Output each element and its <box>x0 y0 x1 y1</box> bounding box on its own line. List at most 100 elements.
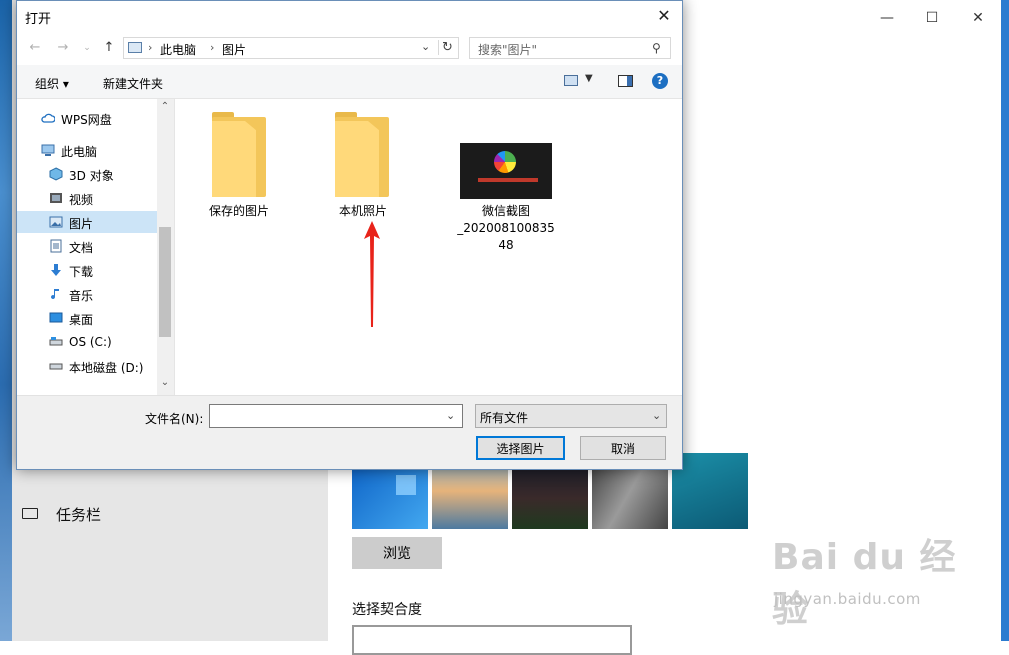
minimize-button[interactable]: — <box>872 8 902 28</box>
refresh-icon[interactable]: ↻ <box>438 40 458 55</box>
chevron-down-icon[interactable]: ⌄ <box>446 409 455 422</box>
chevron-down-icon: ⌄ <box>652 409 662 422</box>
music-icon <box>51 289 59 300</box>
nav-item-label: 视频 <box>69 193 94 207</box>
nav-item-pictures[interactable]: 图片 <box>17 211 157 233</box>
file-name-line: _202008100835 <box>457 221 555 235</box>
folder-camera-roll[interactable] <box>335 112 389 197</box>
dialog-title: 打开 <box>25 12 52 27</box>
file-list: 保存的图片 本机照片 微信截图 _202008100835 48 <box>174 99 682 395</box>
sidebar-item-taskbar[interactable]: 任务栏 <box>22 502 222 526</box>
computer-icon <box>41 144 55 156</box>
breadcrumb-separator: › <box>210 41 215 54</box>
chevron-down-icon[interactable]: ⌄ <box>421 40 435 53</box>
file-name[interactable]: 微信截图 _202008100835 48 <box>451 203 561 254</box>
cube-icon <box>49 167 63 181</box>
back-arrow-icon[interactable]: ← <box>27 40 43 56</box>
fit-label: 选择契合度 <box>352 602 422 618</box>
organize-menu[interactable]: 组织 ▾ <box>35 75 69 92</box>
nav-item-label: WPS网盘 <box>61 113 112 127</box>
annotation-arrow-icon <box>364 221 380 327</box>
nav-item-music[interactable]: 音乐 <box>17 283 157 305</box>
scrollbar-thumb[interactable] <box>159 227 171 337</box>
desktop-icon <box>49 312 63 323</box>
open-file-dialog: 打开 ✕ ← → ⌄ ↑ › 此电脑 › 图片 ⌄ ↻ 搜索"图片" ⚲ 组织 … <box>16 0 683 470</box>
thumbnail-text <box>478 178 538 182</box>
folder-saved-pictures[interactable] <box>212 112 266 197</box>
desktop-background-strip <box>0 0 12 641</box>
nav-item-label: 下载 <box>69 265 94 279</box>
dialog-close-button[interactable]: ✕ <box>650 5 678 27</box>
search-input[interactable]: 搜索"图片" <box>478 41 537 58</box>
file-name-line: 48 <box>498 238 514 252</box>
nav-item-documents[interactable]: 文档 <box>17 235 157 257</box>
select-picture-button[interactable]: 选择图片 <box>476 436 565 460</box>
fit-select[interactable] <box>352 625 632 655</box>
browse-button[interactable]: 浏览 <box>352 537 442 569</box>
new-folder-button[interactable]: 新建文件夹 <box>103 75 163 92</box>
nav-item-label: 图片 <box>69 217 94 231</box>
preview-pane-icon[interactable] <box>618 75 633 87</box>
dialog-titlebar: 打开 ✕ <box>17 1 682 31</box>
scroll-down-icon[interactable]: ⌄ <box>157 377 173 388</box>
window-close-button[interactable]: ✕ <box>963 8 993 28</box>
breadcrumb-this-pc[interactable]: 此电脑 <box>160 41 196 58</box>
nav-item-downloads[interactable]: 下载 <box>17 259 157 281</box>
file-type-value: 所有文件 <box>480 411 529 425</box>
video-icon <box>50 193 62 203</box>
forward-arrow-icon[interactable]: → <box>55 40 71 56</box>
documents-icon <box>50 239 62 253</box>
apple-logo-icon <box>494 151 516 173</box>
baidu-watermark: Bai du 经验 jingyan.baidu.com <box>772 528 972 630</box>
filename-label: 文件名(N): <box>145 412 204 426</box>
pictures-icon <box>49 216 63 228</box>
search-box[interactable]: 搜索"图片" ⚲ <box>469 37 671 59</box>
dialog-footer: 文件名(N): ⌄ 所有文件 ⌄ 选择图片 取消 <box>17 395 682 469</box>
drive-icon <box>49 363 63 370</box>
cancel-button[interactable]: 取消 <box>580 436 666 460</box>
cloud-icon <box>41 113 55 123</box>
nav-item-label: 本地磁盘 (D:) <box>69 361 144 375</box>
taskbar-icon <box>22 508 38 519</box>
navigation-pane: WPS网盘 此电脑 3D 对象 视频 图片 文档 下载 音乐 桌面 OS (C:… <box>17 99 173 395</box>
nav-scrollbar[interactable]: ⌃ ⌄ <box>157 99 173 395</box>
wallpaper-thumb-underwater[interactable] <box>672 453 748 529</box>
file-type-select[interactable]: 所有文件 ⌄ <box>475 404 667 428</box>
up-arrow-icon[interactable]: ↑ <box>101 40 117 56</box>
nav-item-3d-objects[interactable]: 3D 对象 <box>17 163 157 185</box>
sidebar-item-label: 任务栏 <box>56 506 102 524</box>
nav-item-label: 此电脑 <box>61 145 98 159</box>
image-thumbnail-wechat-screenshot[interactable] <box>460 143 552 199</box>
nav-item-label: 音乐 <box>69 289 94 303</box>
command-toolbar: 组织 ▾ 新建文件夹 ▼ ? <box>17 65 682 99</box>
filename-input[interactable]: ⌄ <box>209 404 463 428</box>
nav-item-drive-c[interactable]: OS (C:) <box>17 331 157 353</box>
address-bar[interactable]: › 此电脑 › 图片 ⌄ ↻ <box>123 37 459 59</box>
recent-locations-chevron-icon[interactable]: ⌄ <box>79 40 95 56</box>
nav-item-label: 文档 <box>69 241 94 255</box>
watermark-url: jingyan.baidu.com <box>774 590 921 608</box>
nav-item-this-pc[interactable]: 此电脑 <box>17 139 157 161</box>
desktop-edge <box>1001 0 1009 641</box>
view-icon[interactable] <box>564 75 578 86</box>
breadcrumb-separator: › <box>148 41 153 54</box>
file-name[interactable]: 本机照片 <box>308 203 418 220</box>
help-icon[interactable]: ? <box>652 73 668 89</box>
nav-item-label: 3D 对象 <box>69 169 114 183</box>
file-name[interactable]: 保存的图片 <box>184 203 294 220</box>
view-dropdown-icon[interactable]: ▼ <box>585 73 593 84</box>
nav-item-wps-cloud[interactable]: WPS网盘 <box>17 107 157 129</box>
nav-item-videos[interactable]: 视频 <box>17 187 157 209</box>
drive-icon <box>49 337 63 346</box>
breadcrumb-pictures[interactable]: 图片 <box>222 41 246 58</box>
maximize-button[interactable]: ☐ <box>917 8 947 28</box>
navigation-bar: ← → ⌄ ↑ › 此电脑 › 图片 ⌄ ↻ 搜索"图片" ⚲ <box>17 31 682 65</box>
horizontal-scrollbar[interactable] <box>17 396 682 402</box>
nav-item-drive-d[interactable]: 本地磁盘 (D:) <box>17 355 157 377</box>
scroll-up-icon[interactable]: ⌃ <box>157 101 173 112</box>
nav-item-label: 桌面 <box>69 313 94 327</box>
nav-item-label: OS (C:) <box>69 335 112 349</box>
watermark-brand: Bai du 经验 <box>772 537 957 630</box>
nav-item-desktop[interactable]: 桌面 <box>17 307 157 329</box>
file-name-line: 微信截图 <box>481 204 530 218</box>
